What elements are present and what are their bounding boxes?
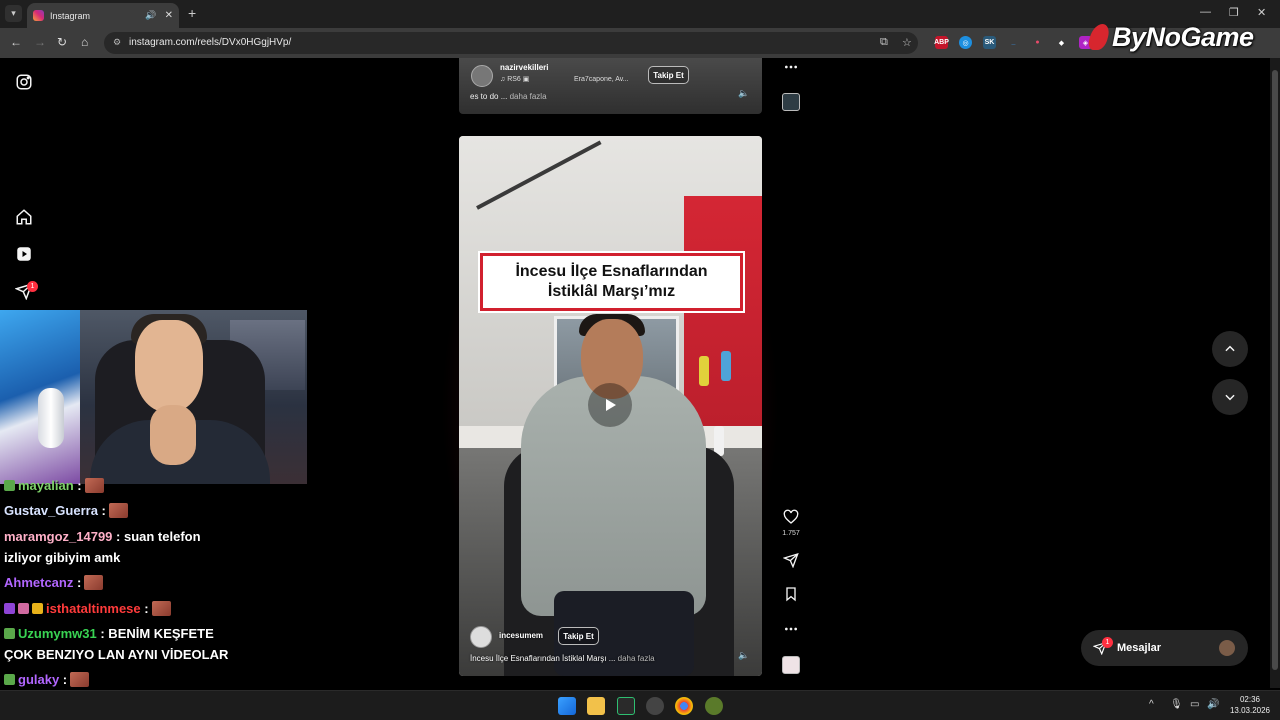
- new-tab-button[interactable]: +: [188, 5, 196, 21]
- messages-badge: 1: [1102, 637, 1113, 648]
- reel-caption[interactable]: İncesu İlçe Esnaflarından İstiklal Marşı…: [470, 654, 655, 663]
- terminal-app-icon[interactable]: [617, 697, 635, 715]
- file-explorer-icon[interactable]: [587, 697, 605, 715]
- volume-icon[interactable]: 🔈: [738, 88, 749, 99]
- tab-instagram[interactable]: Instagram 🔊 ✕: [27, 3, 179, 28]
- extension-shield-icon[interactable]: ●: [1031, 36, 1044, 49]
- chat-message-continuation: ÇOK BENZIYO LAN AYNI VİDEOLAR: [4, 647, 229, 662]
- reel-author-username[interactable]: incesumem: [499, 631, 543, 640]
- reel-author-avatar[interactable]: [470, 626, 492, 648]
- nav-notification-badge: 1: [27, 281, 38, 292]
- messages-label: Mesajlar: [1117, 642, 1162, 654]
- play-icon: [606, 399, 616, 411]
- system-clock[interactable]: 02:36 13.03.2026: [1226, 694, 1274, 716]
- reload-button[interactable]: ↻: [57, 35, 67, 49]
- home-icon[interactable]: [15, 208, 33, 226]
- chevron-down-icon: [1225, 394, 1235, 401]
- play-button[interactable]: [588, 383, 632, 427]
- instagram-favicon-icon: [33, 10, 44, 21]
- home-button[interactable]: ⌂: [81, 35, 88, 49]
- chrome-icon[interactable]: [675, 697, 693, 715]
- forward-button[interactable]: →: [34, 35, 46, 49]
- extension-sk-icon[interactable]: SK: [983, 36, 996, 49]
- follow-button[interactable]: Takip Et: [648, 66, 689, 84]
- emote: [84, 575, 104, 590]
- emote: [108, 503, 128, 518]
- reel-audio-artist[interactable]: Era7capone, Av...: [574, 76, 629, 83]
- chevron-up-icon: [1225, 345, 1235, 352]
- tab-strip: ▾ Instagram 🔊 ✕ + — ❐ ✕: [0, 0, 1280, 28]
- more-options-icon[interactable]: [782, 58, 800, 76]
- previous-reel-audio-thumbnail[interactable]: [782, 93, 800, 111]
- chat-message: maramgoz_14799 : suan telefon: [4, 529, 201, 544]
- tray-chevron-up-icon[interactable]: ^: [1149, 699, 1154, 710]
- instagram-logo-icon[interactable]: [15, 73, 33, 91]
- chat-message-continuation: izliyor gibiyim amk: [4, 550, 121, 565]
- page-scrollbar[interactable]: [1270, 58, 1280, 688]
- minimize-button[interactable]: —: [1200, 6, 1211, 18]
- network-tray-icon[interactable]: ▭: [1190, 699, 1199, 710]
- messages-button[interactable]: 1 Mesajlar: [1081, 630, 1248, 666]
- microphone: [38, 388, 64, 448]
- save-bookmark-icon[interactable]: [782, 585, 800, 603]
- previous-reel[interactable]: nazirvekilleri ♫ RS6 ▣ Era7capone, Av...…: [459, 58, 762, 114]
- chat-message: gulaky :: [4, 672, 90, 687]
- tab-search-button[interactable]: ▾: [5, 5, 22, 22]
- reel-caption[interactable]: es to do ... daha fazla: [470, 92, 547, 101]
- more-options-icon[interactable]: [782, 620, 800, 638]
- follow-button[interactable]: Takip Et: [558, 627, 599, 645]
- extension-blue-icon[interactable]: ◎: [959, 36, 972, 49]
- address-bar[interactable]: ⚙ instagram.com/reels/DVx0HGgjHVp/ ⧉ ☆: [104, 32, 918, 54]
- install-app-icon[interactable]: ⧉: [880, 36, 888, 49]
- reels-icon[interactable]: [15, 245, 33, 263]
- chat-message: Uzumymw31 : BENİM KEŞFETE: [4, 626, 214, 641]
- back-button[interactable]: ←: [10, 35, 22, 49]
- previous-reel-button[interactable]: [1212, 331, 1248, 367]
- reel-audio-label[interactable]: ♫ RS6 ▣: [500, 75, 529, 83]
- adblock-extension-icon[interactable]: ABP: [934, 36, 949, 49]
- chat-message: mayalian :: [4, 478, 104, 493]
- windows-start-icon[interactable]: [558, 697, 576, 715]
- bynogame-logo-icon: [1086, 24, 1112, 50]
- like-count: 1.757: [782, 530, 800, 537]
- windows-taskbar: ^ 🎙 ▭ 🔊 02:36 13.03.2026: [0, 690, 1280, 720]
- emote: [84, 478, 104, 493]
- tab-audio-icon[interactable]: 🔊: [145, 10, 156, 21]
- close-window-button[interactable]: ✕: [1257, 6, 1266, 19]
- reel-audio-thumbnail[interactable]: [782, 656, 800, 674]
- next-reel-button[interactable]: [1212, 379, 1248, 415]
- extension-line-icon[interactable]: _: [1007, 36, 1020, 49]
- extension-diamond-icon[interactable]: ◆: [1055, 36, 1068, 49]
- emote: [70, 672, 90, 687]
- volume-tray-icon[interactable]: 🔊: [1207, 699, 1219, 710]
- message-contact-avatar: [1219, 640, 1235, 656]
- app-settings-icon[interactable]: [646, 697, 664, 715]
- emote: [151, 601, 171, 616]
- bookmark-star-icon[interactable]: ☆: [902, 36, 912, 49]
- chat-message: isthataltinmese :: [4, 601, 171, 616]
- volume-icon[interactable]: 🔈: [738, 650, 749, 661]
- chat-message: Ahmetcanz :: [4, 575, 104, 590]
- reel-author-avatar[interactable]: [471, 65, 493, 87]
- restore-button[interactable]: ❐: [1229, 6, 1239, 19]
- app-green-icon[interactable]: [705, 697, 723, 715]
- streamer-webcam: [0, 310, 307, 484]
- reel-author-username[interactable]: nazirvekilleri: [500, 63, 548, 72]
- tab-title: Instagram: [50, 10, 91, 21]
- url-text[interactable]: instagram.com/reels/DVx0HGgjHVp/: [129, 37, 291, 48]
- bynogame-watermark: ByNoGame: [1086, 22, 1254, 53]
- chat-message: Gustav_Guerra :: [4, 503, 128, 518]
- reel-title-overlay: İncesu İlçe Esnaflarından İstiklâl Marşı…: [480, 253, 743, 311]
- current-reel[interactable]: İncesu İlçe Esnaflarından İstiklâl Marşı…: [459, 136, 762, 676]
- tab-close-icon[interactable]: ✕: [165, 10, 173, 21]
- microphone-tray-icon[interactable]: 🎙: [1170, 699, 1183, 710]
- share-send-icon[interactable]: [782, 551, 800, 569]
- scrollbar-thumb[interactable]: [1272, 70, 1278, 670]
- like-heart-icon[interactable]: [782, 508, 800, 526]
- site-info-icon[interactable]: ⚙: [113, 37, 121, 48]
